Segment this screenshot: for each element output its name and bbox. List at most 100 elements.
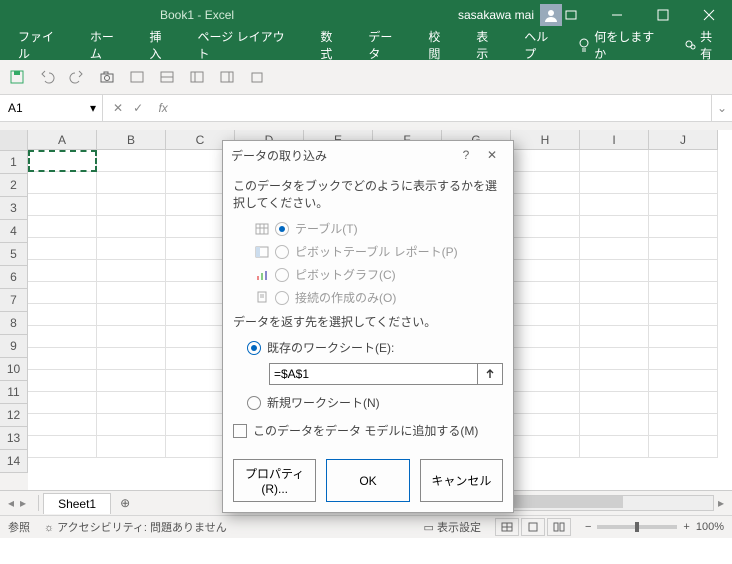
row-header[interactable]: 12: [0, 404, 28, 427]
zoom-slider[interactable]: [597, 525, 677, 529]
cell[interactable]: [511, 326, 580, 348]
cell[interactable]: [511, 370, 580, 392]
cell[interactable]: [511, 436, 580, 458]
col-header[interactable]: B: [97, 130, 166, 150]
cell[interactable]: [580, 150, 649, 172]
cell[interactable]: [580, 348, 649, 370]
undo-icon[interactable]: [36, 66, 58, 88]
option-existing-worksheet[interactable]: 既存のワークシート(E):: [233, 336, 503, 359]
row-header[interactable]: 9: [0, 335, 28, 358]
cell[interactable]: [649, 436, 718, 458]
qat-icon-5[interactable]: [246, 66, 268, 88]
cancel-button[interactable]: キャンセル: [420, 459, 503, 502]
cell[interactable]: [28, 150, 97, 172]
qat-icon-4[interactable]: [216, 66, 238, 88]
cell[interactable]: [511, 172, 580, 194]
chevron-down-icon[interactable]: ▾: [90, 101, 96, 115]
cell[interactable]: [649, 150, 718, 172]
cell[interactable]: [649, 282, 718, 304]
row-header[interactable]: 14: [0, 450, 28, 473]
checkbox-icon[interactable]: [233, 424, 247, 438]
add-sheet-icon[interactable]: ⊕: [115, 496, 135, 510]
row-header[interactable]: 11: [0, 381, 28, 404]
qat-icon-1[interactable]: [126, 66, 148, 88]
display-settings[interactable]: ▭ 表示設定: [424, 519, 481, 535]
cell[interactable]: [649, 326, 718, 348]
cell[interactable]: [649, 216, 718, 238]
cell[interactable]: [97, 436, 166, 458]
cell[interactable]: [511, 150, 580, 172]
cell[interactable]: [511, 304, 580, 326]
save-icon[interactable]: [6, 66, 28, 88]
cell[interactable]: [511, 216, 580, 238]
camera-icon[interactable]: [96, 66, 118, 88]
properties-button[interactable]: プロパティ(R)...: [233, 459, 316, 502]
cell[interactable]: [649, 260, 718, 282]
ok-button[interactable]: OK: [326, 459, 409, 502]
cell[interactable]: [511, 194, 580, 216]
qat-icon-3[interactable]: [186, 66, 208, 88]
cell[interactable]: [649, 172, 718, 194]
cell[interactable]: [97, 282, 166, 304]
cell[interactable]: [28, 348, 97, 370]
cell[interactable]: [580, 216, 649, 238]
cell[interactable]: [28, 172, 97, 194]
row-header[interactable]: 1: [0, 151, 28, 174]
cell[interactable]: [511, 282, 580, 304]
view-page-layout-icon[interactable]: [521, 518, 545, 536]
cell[interactable]: [97, 326, 166, 348]
cell[interactable]: [580, 194, 649, 216]
cell[interactable]: [649, 414, 718, 436]
cell[interactable]: [28, 436, 97, 458]
cell[interactable]: [28, 282, 97, 304]
row-header[interactable]: 13: [0, 427, 28, 450]
close-icon[interactable]: [686, 0, 732, 30]
cell[interactable]: [580, 392, 649, 414]
share-button[interactable]: 共有: [684, 28, 724, 62]
cell[interactable]: [580, 304, 649, 326]
cell[interactable]: [649, 304, 718, 326]
cell[interactable]: [97, 194, 166, 216]
sheet-nav-next-icon[interactable]: ▸: [20, 496, 26, 510]
cell[interactable]: [649, 370, 718, 392]
cell[interactable]: [580, 370, 649, 392]
cell[interactable]: [649, 238, 718, 260]
cell[interactable]: [97, 348, 166, 370]
cell[interactable]: [28, 216, 97, 238]
select-all-corner[interactable]: [0, 130, 28, 151]
cell[interactable]: [28, 260, 97, 282]
dialog-close-icon[interactable]: ✕: [479, 148, 505, 162]
tell-me[interactable]: 何をしますか: [578, 28, 666, 62]
cell[interactable]: [511, 414, 580, 436]
row-header[interactable]: 8: [0, 312, 28, 335]
col-header[interactable]: A: [28, 130, 97, 150]
row-header[interactable]: 6: [0, 266, 28, 289]
cell[interactable]: [97, 370, 166, 392]
zoom-in-icon[interactable]: +: [683, 521, 689, 533]
sheet-tab[interactable]: Sheet1: [43, 493, 111, 514]
qat-icon-2[interactable]: [156, 66, 178, 88]
hscroll-right-icon[interactable]: ▸: [714, 496, 728, 510]
radio-new-worksheet[interactable]: [247, 396, 261, 410]
cell[interactable]: [580, 260, 649, 282]
zoom-out-icon[interactable]: −: [585, 521, 591, 533]
formula-expand-icon[interactable]: ⌄: [711, 95, 732, 121]
row-header[interactable]: 5: [0, 243, 28, 266]
cell[interactable]: [649, 392, 718, 414]
cell[interactable]: [511, 392, 580, 414]
maximize-icon[interactable]: [640, 0, 686, 30]
minimize-icon[interactable]: [594, 0, 640, 30]
cell[interactable]: [97, 414, 166, 436]
cell[interactable]: [649, 348, 718, 370]
name-box[interactable]: ▾: [0, 95, 103, 121]
redo-icon[interactable]: [66, 66, 88, 88]
cell[interactable]: [580, 414, 649, 436]
row-header[interactable]: 7: [0, 289, 28, 312]
cell[interactable]: [28, 370, 97, 392]
account-area[interactable]: sasakawa mai: [458, 4, 562, 26]
option-new-worksheet[interactable]: 新規ワークシート(N): [233, 391, 503, 414]
row-header[interactable]: 3: [0, 197, 28, 220]
dialog-help-icon[interactable]: ?: [453, 148, 479, 162]
cell[interactable]: [97, 238, 166, 260]
cancel-formula-icon[interactable]: ✕: [113, 101, 123, 115]
